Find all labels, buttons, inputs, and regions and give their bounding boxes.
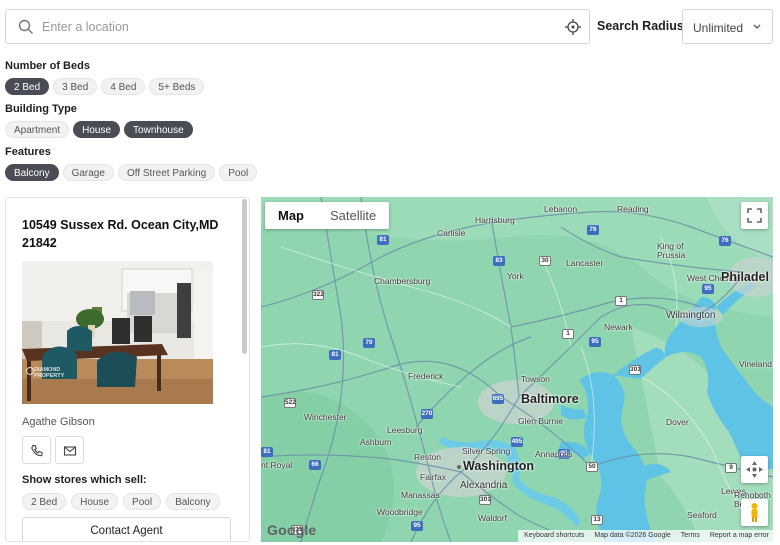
map-label: Leesburg — [387, 425, 423, 435]
keyboard-shortcuts-link[interactable]: Keyboard shortcuts — [524, 530, 584, 542]
phone-icon — [31, 444, 43, 457]
map-label: Lebanon — [544, 204, 578, 214]
map-label: Wilmington — [666, 310, 716, 321]
chip-2-bed[interactable]: 2 Bed — [5, 78, 50, 95]
stores-title: Show stores which sell: — [22, 474, 147, 486]
map-label: Reading — [617, 204, 649, 214]
location-search-input[interactable] — [42, 18, 552, 36]
chip-balcony[interactable]: Balcony — [5, 164, 59, 181]
chevron-down-icon — [753, 24, 761, 29]
map-label: Chambersburg — [374, 276, 431, 286]
map-label: Seaford — [687, 510, 717, 520]
beds-filter-title: Number of Beds — [5, 60, 90, 72]
map-label-major: Washington — [463, 459, 535, 473]
fullscreen-icon — [747, 208, 762, 223]
search-radius-value: Unlimited — [693, 21, 744, 35]
store-tag[interactable]: 2 Bed — [22, 493, 67, 510]
map-label: Lancaster — [566, 258, 604, 268]
map-label: Reston — [414, 452, 441, 462]
map-label: Silver Spring — [462, 446, 511, 456]
beds-filter-chips: 2 Bed 3 Bed 4 Bed 5+ Beds — [5, 78, 205, 95]
call-agent-button[interactable] — [22, 436, 51, 464]
chip-house[interactable]: House — [73, 121, 121, 138]
chip-pool[interactable]: Pool — [219, 164, 258, 181]
move-arrows-icon — [746, 461, 763, 478]
map-label: Carlisle — [437, 228, 466, 238]
listing-photo[interactable]: DIAMOND PROPERTY — [22, 261, 213, 404]
search-radius-select[interactable]: Unlimited — [682, 9, 773, 44]
features-chips: Balcony Garage Off Street Parking Pool — [5, 164, 258, 181]
features-title: Features — [5, 146, 51, 158]
agent-name: Agathe Gibson — [22, 416, 95, 428]
map-label: Vineland — [739, 359, 772, 369]
map-label: Dover — [666, 417, 689, 427]
store-tag[interactable]: Pool — [123, 493, 162, 510]
map-label: Glen Burnie — [518, 416, 563, 426]
map-label: Woodbridge — [377, 507, 423, 517]
email-agent-button[interactable] — [55, 436, 84, 464]
map-label: nt Royal — [261, 460, 293, 470]
pegman-icon — [751, 503, 758, 522]
store-tag[interactable]: Balcony — [166, 493, 220, 510]
map-label: Winchester — [304, 412, 347, 422]
svg-text:PROPERTY: PROPERTY — [34, 373, 65, 379]
map-view[interactable]: 81 76 83 30 76 276 322 1 95 1 95 70 81 3… — [261, 197, 773, 542]
chip-off-street-parking[interactable]: Off Street Parking — [117, 164, 216, 181]
chip-townhouse[interactable]: Townhouse — [124, 121, 193, 138]
listing-card: 10549 Sussex Rd. Ocean City,MD 21842 DIA… — [5, 197, 250, 542]
report-map-error-link[interactable]: Report a map error — [710, 530, 769, 542]
location-search-box[interactable] — [5, 9, 590, 44]
map-label: Newark — [604, 322, 633, 332]
chip-3-bed[interactable]: 3 Bed — [53, 78, 98, 95]
map-label-major: Baltimore — [521, 392, 579, 406]
map-label-major: Philadel — [721, 270, 769, 284]
camera-control-button[interactable] — [741, 456, 768, 483]
terms-link[interactable]: Terms — [681, 530, 700, 542]
my-location-icon[interactable] — [564, 18, 582, 36]
map-label: Alexandria — [460, 480, 508, 491]
map-label: Harrisburg — [475, 215, 515, 225]
street-view-button[interactable] — [741, 499, 768, 526]
google-logo: Google — [267, 522, 317, 538]
mail-icon — [63, 446, 77, 456]
map-attribution: Keyboard shortcuts Map data ©2026 Google… — [518, 530, 773, 542]
search-radius-label: Search Radius — [597, 19, 684, 33]
map-label: Annapolis — [535, 449, 573, 459]
tab-map[interactable]: Map — [265, 202, 317, 229]
fullscreen-button[interactable] — [741, 202, 768, 229]
chip-apartment[interactable]: Apartment — [5, 121, 70, 138]
store-tag[interactable]: House — [71, 493, 119, 510]
search-icon — [18, 19, 33, 34]
store-tag-list: 2 Bed House Pool Balcony — [22, 493, 220, 510]
chip-garage[interactable]: Garage — [62, 164, 114, 181]
map-data-text: Map data ©2026 Google — [594, 532, 671, 539]
contact-agent-button[interactable]: Contact Agent — [22, 517, 231, 541]
chip-5-plus-beds[interactable]: 5+ Beds — [149, 78, 205, 95]
building-type-chips: Apartment House Townhouse — [5, 121, 193, 138]
chip-4-bed[interactable]: 4 Bed — [101, 78, 146, 95]
listing-address: 10549 Sussex Rd. Ocean City,MD 21842 — [22, 218, 219, 250]
listing-scrollbar[interactable] — [242, 199, 247, 354]
map-label: York — [507, 271, 524, 281]
tab-satellite[interactable]: Satellite — [317, 202, 389, 229]
building-type-title: Building Type — [5, 103, 77, 115]
map-type-tabs: Map Satellite — [265, 202, 390, 229]
map-label: Ashburn — [360, 437, 392, 447]
map-label: Waldorf — [478, 513, 507, 523]
map-label: Manassas — [401, 490, 440, 500]
map-label: King of Prussia — [657, 241, 686, 260]
map-label: Towson — [521, 374, 550, 384]
map-label: Fairfax — [420, 472, 446, 482]
map-base-layer — [261, 197, 773, 542]
washington-marker — [457, 465, 461, 469]
map-label: Frederick — [408, 371, 444, 381]
